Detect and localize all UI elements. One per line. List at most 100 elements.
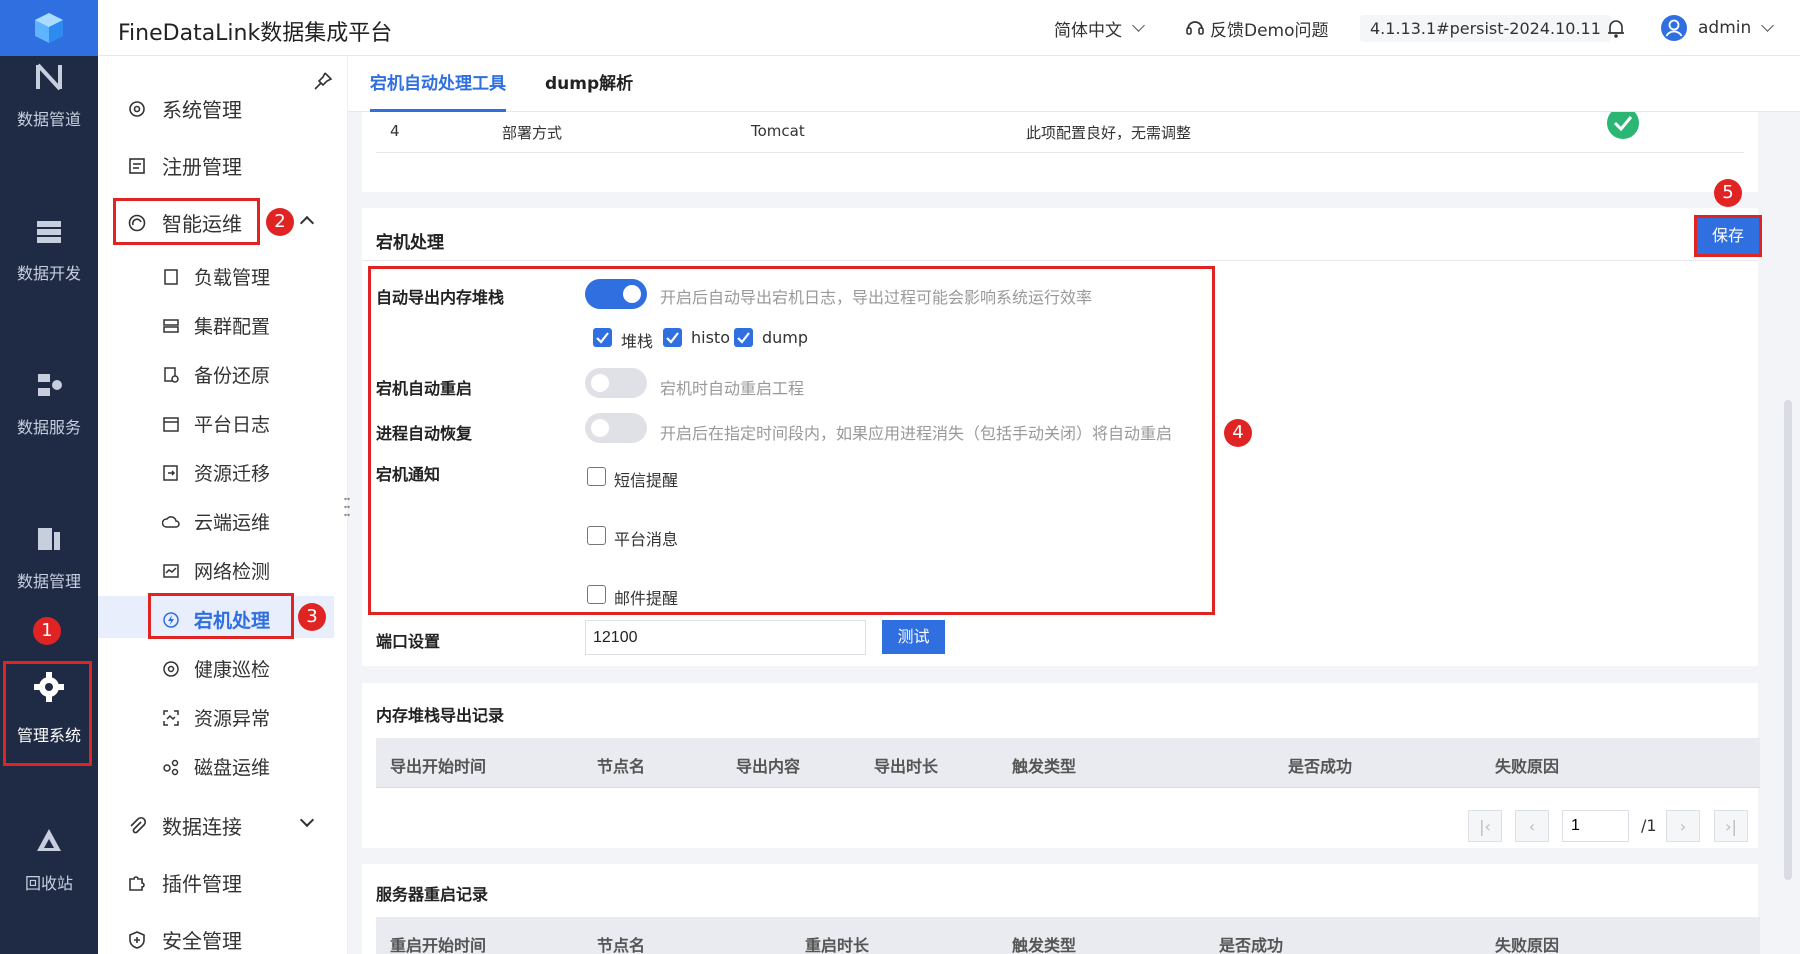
scan-icon <box>162 709 180 727</box>
sidebar-item-security[interactable]: 安全管理 <box>126 925 242 954</box>
sidebar-sub-load[interactable]: 负载管理 <box>162 263 270 290</box>
sidebar-sub-log[interactable]: 平台日志 <box>162 410 270 437</box>
primary-nav-rail: 数据管道 数据开发 数据服务 数据管理 管理系统 回收站 <box>0 56 98 954</box>
col-header: 导出内容 <box>736 757 801 776</box>
sidebar-sub-backup[interactable]: 备份还原 <box>162 361 270 388</box>
annotation-badge-3: 3 <box>298 603 326 631</box>
col-header: 触发类型 <box>1012 936 1077 954</box>
sidebar-item-system[interactable]: 系统管理 <box>126 94 242 123</box>
restart-records-title: 服务器重启记录 <box>376 885 489 904</box>
col-header: 导出开始时间 <box>390 757 487 776</box>
manage-icon <box>38 528 60 550</box>
bell-icon <box>1608 20 1624 38</box>
settings-icon <box>126 98 148 120</box>
sidebar-item-connection[interactable]: 数据连接 <box>126 811 242 840</box>
headset-icon <box>1186 21 1204 35</box>
sidebar-sub-migration[interactable]: 资源迁移 <box>162 459 270 486</box>
annotation-badge-2: 2 <box>266 208 294 236</box>
first-page-icon: |‹ <box>1479 816 1491 836</box>
shield-icon <box>126 929 148 951</box>
backup-icon <box>162 366 180 384</box>
col-header: 导出时长 <box>874 757 939 776</box>
tab-dump-parse[interactable]: dump解析 <box>545 56 633 112</box>
sidebar-sub-cloud[interactable]: 云端运维 <box>162 508 270 535</box>
recycle-icon <box>37 829 61 851</box>
page-total: /1 <box>1641 816 1657 835</box>
sidebar-sub-health[interactable]: 健康巡检 <box>162 655 270 682</box>
col-header: 节点名 <box>597 936 646 954</box>
table-row: 4 部署方式 Tomcat 此项配置良好，无需调整 <box>376 112 1744 153</box>
pager-next-button[interactable]: › <box>1666 810 1700 842</box>
cloud-icon <box>162 513 180 531</box>
health-icon <box>162 660 180 678</box>
rail-item-service[interactable]: 数据服务 <box>0 370 98 438</box>
app-logo[interactable] <box>0 0 98 56</box>
register-icon <box>126 155 148 177</box>
sidebar-sub-cluster[interactable]: 集群配置 <box>162 312 270 339</box>
col-header: 失败原因 <box>1495 936 1560 954</box>
pager-first-button[interactable]: |‹ <box>1468 810 1502 842</box>
tab-bar: 宕机自动处理工具 dump解析 <box>348 56 1800 112</box>
sidebar-sub-network[interactable]: 网络检测 <box>162 557 270 584</box>
resize-handle[interactable] <box>344 496 350 518</box>
chevron-down-icon <box>1132 18 1145 32</box>
pin-icon[interactable] <box>312 70 334 96</box>
rail-item-manage[interactable]: 数据管理 <box>0 524 98 592</box>
user-menu[interactable]: admin <box>1660 0 1775 56</box>
col-header: 重启开始时间 <box>390 936 487 954</box>
restart-records-header: 重启开始时间 节点名 重启时长 触发类型 是否成功 失败原因 <box>376 917 1760 954</box>
health-check-card: 4 部署方式 Tomcat 此项配置良好，无需调整 <box>362 112 1758 192</box>
calendar-icon <box>162 415 180 433</box>
feedback-link[interactable]: 反馈Demo问题 <box>1184 0 1329 56</box>
cluster-icon <box>162 317 180 335</box>
pager-prev-button[interactable]: ‹ <box>1515 810 1549 842</box>
col-header: 是否成功 <box>1219 936 1284 954</box>
rail-item-dev[interactable]: 数据开发 <box>0 216 98 284</box>
notification-bell[interactable] <box>1605 0 1627 56</box>
pager-last-button[interactable]: ›| <box>1714 810 1748 842</box>
rail-item-recycle[interactable]: 回收站 <box>0 826 98 894</box>
rail-item-pipeline[interactable]: 数据管道 <box>0 62 98 130</box>
port-input[interactable] <box>585 620 866 655</box>
pipeline-icon <box>36 63 62 91</box>
last-page-icon: ›| <box>1725 816 1737 836</box>
dump-records-header: 导出开始时间 节点名 导出内容 导出时长 触发类型 是否成功 失败原因 <box>376 738 1760 788</box>
annotation-box-settings <box>368 266 1215 615</box>
dev-icon <box>37 221 61 243</box>
page-number-input[interactable] <box>1562 810 1629 842</box>
load-icon <box>162 268 180 286</box>
cube-logo-icon <box>35 13 63 43</box>
divider <box>362 260 1758 261</box>
port-label: 端口设置 <box>376 632 441 651</box>
avatar-icon <box>1661 15 1687 41</box>
chevron-down-icon <box>1761 18 1775 32</box>
col-header: 是否成功 <box>1288 757 1353 776</box>
annotation-box-save <box>1694 215 1762 257</box>
chevron-left-icon: ‹ <box>1528 816 1536 836</box>
version-label: 4.1.13.1#persist-2024.10.11 <box>1360 0 1611 56</box>
annotation-badge-4: 4 <box>1224 419 1252 447</box>
network-icon <box>162 562 180 580</box>
service-icon <box>38 374 62 396</box>
col-header: 重启时长 <box>805 936 870 954</box>
paperclip-icon <box>126 815 148 837</box>
test-button[interactable]: 测试 <box>882 620 945 654</box>
disk-icon <box>162 758 180 776</box>
col-header: 触发类型 <box>1012 757 1077 776</box>
annotation-box-admin-system <box>3 661 92 766</box>
sidebar-item-plugin[interactable]: 插件管理 <box>126 868 242 897</box>
sidebar-item-register[interactable]: 注册管理 <box>126 151 242 180</box>
language-select[interactable]: 简体中文 <box>1054 0 1145 56</box>
sidebar-sub-resource-exception[interactable]: 资源异常 <box>162 704 270 731</box>
annotation-badge-1: 1 <box>33 617 61 645</box>
top-header: FineDataLink数据集成平台 简体中文 反馈Demo问题 4.1.13.… <box>0 0 1800 56</box>
puzzle-icon <box>126 872 148 894</box>
sidebar-sub-disk[interactable]: 磁盘运维 <box>162 753 270 780</box>
dump-records-title: 内存堆栈导出记录 <box>376 706 505 725</box>
main-scrollbar[interactable] <box>1784 400 1792 880</box>
tab-crash-auto-tool[interactable]: 宕机自动处理工具 <box>370 56 506 112</box>
annotation-box-crash <box>148 593 294 639</box>
migrate-icon <box>162 464 180 482</box>
app-title: FineDataLink数据集成平台 <box>118 21 393 46</box>
check-circle-icon <box>1607 112 1639 139</box>
